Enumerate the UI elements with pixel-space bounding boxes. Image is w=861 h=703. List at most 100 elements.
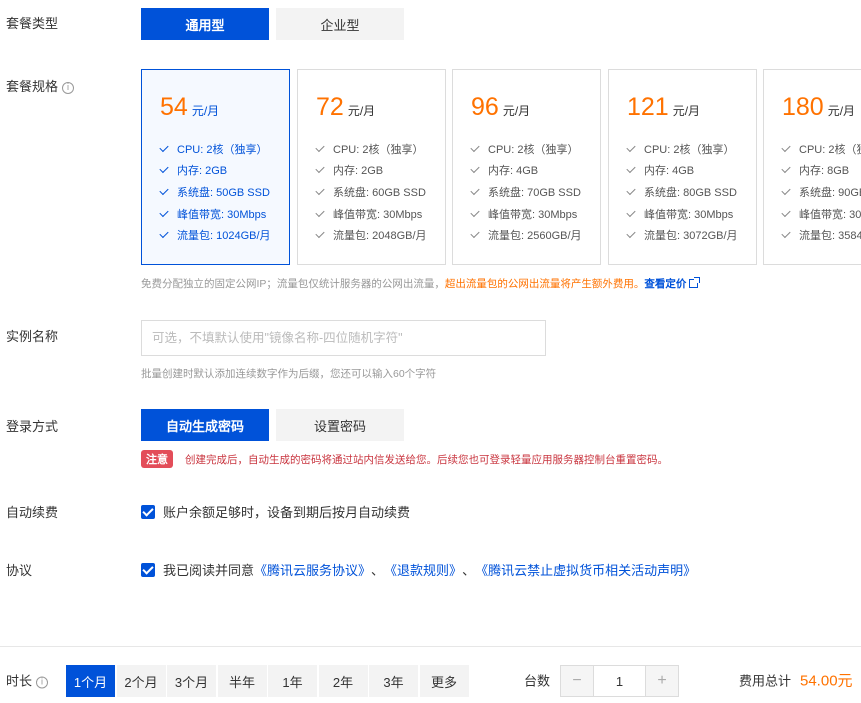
quantity-label: 台数 <box>524 673 551 689</box>
agreement-separator: 、 <box>462 563 476 578</box>
check-icon <box>470 229 480 239</box>
spec-text: 峰值带宽: 30Mbps <box>488 208 578 221</box>
spec-item: CPU: 2核（独享） <box>470 138 582 160</box>
quantity-value[interactable]: 1 <box>593 666 646 696</box>
duration-option[interactable]: 2个月 <box>116 665 167 697</box>
price-value: 121 <box>627 93 669 121</box>
external-link-icon[interactable] <box>689 277 701 288</box>
duration-option[interactable]: 更多 <box>419 665 470 697</box>
check-icon <box>159 142 169 152</box>
spec-text: 流量包: 1024GB/月 <box>177 230 271 243</box>
spec-text: 峰值带宽: 30Mbps <box>799 208 861 221</box>
spec-text: 流量包: 2560GB/月 <box>488 230 582 243</box>
spec-text: 系统盘: 70GB SSD <box>488 186 581 199</box>
spec-text: CPU: 2核（独享） <box>177 143 268 156</box>
check-icon <box>159 207 169 217</box>
service-agreement-link[interactable]: 《腾讯云服务协议》 <box>254 560 371 579</box>
spec-item: 系统盘: 50GB SSD <box>159 181 271 203</box>
spec-list: CPU: 2核（独享） 内存: 2GB 系统盘: 60GB SSD 峰值带宽: … <box>315 138 427 246</box>
spec-item: 峰值带宽: 30Mbps <box>159 203 271 225</box>
price-unit: 元/月 <box>191 104 220 118</box>
plan-type-enterprise-button[interactable]: 企业型 <box>276 8 404 40</box>
auto-renew-label: 自动续费 <box>6 505 59 520</box>
spec-text: 流量包: 2048GB/月 <box>333 230 427 243</box>
plan-card-72[interactable]: 72 元/月 CPU: 2核（独享） 内存: 2GB 系统盘: 60GB SSD … <box>297 69 446 265</box>
password-notice: 注意 创建完成后，自动生成的密码将通过站内信发送给您。后续您也可登录轻量应用服务… <box>141 450 668 468</box>
spec-item: 峰值带宽: 30Mbps <box>470 203 582 225</box>
spec-text: 峰值带宽: 30Mbps <box>644 208 734 221</box>
check-icon <box>626 229 636 239</box>
spec-list: CPU: 2核（独享） 内存: 4GB 系统盘: 80GB SSD 峰值带宽: … <box>626 138 738 246</box>
check-icon <box>159 164 169 174</box>
plan-price: 121 元/月 <box>627 92 700 126</box>
total-cost-label: 费用总计 <box>739 673 792 689</box>
price-unit: 元/月 <box>827 104 856 118</box>
agreement-checkbox[interactable] <box>141 562 155 577</box>
check-icon <box>315 185 325 196</box>
plan-price: 54 元/月 <box>160 92 219 126</box>
instance-name-hint: 批量创建时默认添加连续数字作为后缀，您还可以输入60个字符 <box>141 368 437 380</box>
spec-item: 内存: 2GB <box>315 160 427 182</box>
plan-card-96[interactable]: 96 元/月 CPU: 2核（独享） 内存: 4GB 系统盘: 70GB SSD … <box>452 69 601 265</box>
duration-option[interactable]: 3个月 <box>167 665 217 697</box>
spec-text: 系统盘: 60GB SSD <box>333 186 426 199</box>
check-icon <box>159 185 169 196</box>
spec-item: 峰值带宽: 30Mbps <box>781 203 861 225</box>
crypto-statement-link[interactable]: 《腾讯云禁止虚拟货币相关活动声明》 <box>475 560 696 579</box>
auto-generate-password-button[interactable]: 自动生成密码 <box>141 409 269 441</box>
spec-item: 系统盘: 80GB SSD <box>626 181 738 203</box>
check-icon <box>159 229 169 239</box>
duration-info-icon[interactable]: i <box>36 676 49 689</box>
agreement-row: 我已阅读并同意 《腾讯云服务协议》、《退款规则》、《腾讯云禁止虚拟货币相关活动声明… <box>141 560 696 579</box>
spec-text: 内存: 2GB <box>333 165 384 178</box>
spec-item: 内存: 2GB <box>159 160 271 182</box>
agreement-label: 协议 <box>6 563 33 578</box>
check-icon <box>470 164 480 174</box>
plan-price: 96 元/月 <box>471 92 530 126</box>
check-icon <box>781 164 791 174</box>
price-value: 72 <box>316 93 344 121</box>
auto-renew-row: 账户余额足够时，设备到期后按月自动续费 <box>141 502 410 521</box>
plus-icon[interactable]: + <box>646 666 678 696</box>
duration-option[interactable]: 1年 <box>268 665 318 697</box>
instance-name-input[interactable] <box>141 320 546 356</box>
check-icon <box>470 185 480 196</box>
set-password-button[interactable]: 设置密码 <box>276 409 404 441</box>
traffic-hint: 免费分配独立的固定公网IP；流量包仅统计服务器的公网出流量，超出流量包的公网出流… <box>141 276 701 291</box>
instance-name-label: 实例名称 <box>6 329 59 344</box>
check-icon <box>315 207 325 217</box>
spec-list: CPU: 2核（独享） 内存: 8GB 系统盘: 90GB SSD 峰值带宽: … <box>781 138 861 246</box>
duration-option[interactable]: 2年 <box>318 665 369 697</box>
plan-card-121[interactable]: 121 元/月 CPU: 2核（独享） 内存: 4GB 系统盘: 80GB SSD… <box>608 69 757 265</box>
spec-text: 内存: 2GB <box>177 165 228 178</box>
spec-item: 内存: 8GB <box>781 160 861 182</box>
spec-item: CPU: 2核（独享） <box>781 138 861 160</box>
view-pricing-link[interactable]: 查看定价 <box>644 278 686 290</box>
spec-item: 流量包: 2048GB/月 <box>315 224 427 246</box>
spec-item: 内存: 4GB <box>626 160 738 182</box>
check-icon <box>626 207 636 217</box>
plan-type-general-button[interactable]: 通用型 <box>141 8 269 40</box>
refund-rules-link[interactable]: 《退款规则》 <box>384 560 462 579</box>
spec-text: CPU: 2核（独享） <box>799 143 861 156</box>
duration-option[interactable]: 半年 <box>217 665 268 697</box>
duration-option[interactable]: 3年 <box>369 665 419 697</box>
check-icon <box>626 164 636 174</box>
plan-price: 72 元/月 <box>316 92 375 126</box>
auto-renew-checkbox[interactable] <box>141 504 155 519</box>
spec-text: 内存: 4GB <box>488 165 539 178</box>
spec-item: 系统盘: 60GB SSD <box>315 181 427 203</box>
spec-list: CPU: 2核（独享） 内存: 4GB 系统盘: 70GB SSD 峰值带宽: … <box>470 138 582 246</box>
duration-option[interactable]: 1个月 <box>66 665 116 697</box>
minus-icon[interactable]: − <box>561 666 593 696</box>
plan-card-180[interactable]: 180元/月 CPU: 2核（独享） 内存: 8GB 系统盘: 90GB SSD… <box>763 69 861 265</box>
spec-text: 流量包: 3584GB/月 <box>799 230 861 243</box>
spec-item: 流量包: 3072GB/月 <box>626 224 738 246</box>
check-icon <box>315 142 325 152</box>
spec-text: 系统盘: 80GB SSD <box>644 186 737 199</box>
spec-item: 峰值带宽: 30Mbps <box>626 203 738 225</box>
plan-card-54[interactable]: 54 元/月 CPU: 2核（独享） 内存: 2GB 系统盘: 50GB SSD … <box>141 69 290 265</box>
auto-renew-text: 账户余额足够时，设备到期后按月自动续费 <box>163 505 411 520</box>
spec-text: 内存: 8GB <box>799 165 850 178</box>
info-icon[interactable]: i <box>62 81 75 94</box>
